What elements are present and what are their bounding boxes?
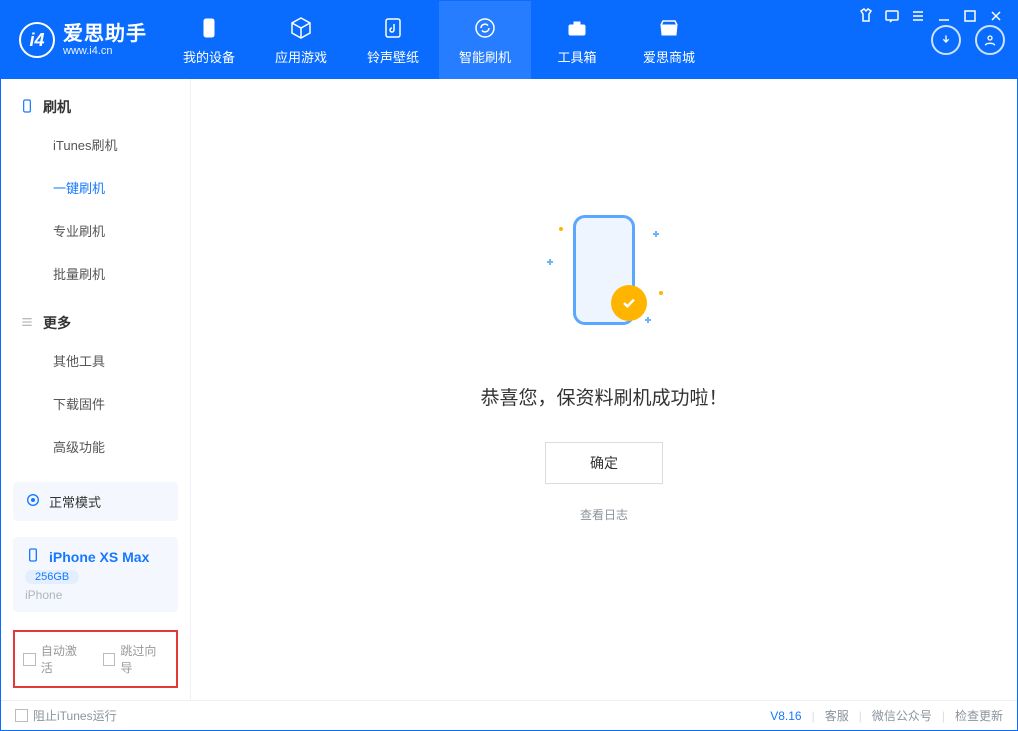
sidebar-item-batch-flash[interactable]: 批量刷机 (1, 252, 190, 295)
nav-label: 铃声壁纸 (367, 47, 419, 66)
app-subtitle: www.i4.cn (63, 45, 147, 57)
mode-icon (25, 492, 41, 511)
nav-label: 爱思商城 (643, 47, 695, 66)
view-log-link[interactable]: 查看日志 (580, 506, 628, 523)
sidebar-item-download-firmware[interactable]: 下载固件 (1, 382, 190, 425)
header-right (923, 25, 1017, 55)
toolbox-icon (564, 15, 590, 41)
mode-card[interactable]: 正常模式 (13, 482, 178, 521)
nav-ringtones[interactable]: 铃声壁纸 (347, 1, 439, 79)
check-update-link[interactable]: 检查更新 (955, 707, 1003, 724)
nav-flash[interactable]: 智能刷机 (439, 1, 531, 79)
phone-icon (196, 15, 222, 41)
top-nav: 我的设备 应用游戏 铃声壁纸 智能刷机 工具箱 爱思商城 (163, 1, 715, 79)
checkbox-icon (15, 709, 28, 722)
store-icon (656, 15, 682, 41)
sidebar-section-flash: 刷机 (1, 79, 190, 123)
logo-block: i4 爱思助手 www.i4.cn (1, 22, 163, 58)
nav-label: 应用游戏 (275, 47, 327, 66)
sidebar: 刷机 iTunes刷机 一键刷机 专业刷机 批量刷机 更多 其他工具 下载固件 … (1, 79, 191, 700)
option-label: 跳过向导 (120, 642, 168, 676)
sidebar-item-advanced[interactable]: 高级功能 (1, 425, 190, 468)
device-name: iPhone XS Max (49, 549, 149, 565)
sidebar-section-more: 更多 (1, 295, 190, 339)
auto-activate-checkbox[interactable]: 自动激活 (23, 642, 89, 676)
sidebar-item-itunes-flash[interactable]: iTunes刷机 (1, 123, 190, 166)
skip-guide-checkbox[interactable]: 跳过向导 (103, 642, 169, 676)
list-icon (19, 314, 35, 333)
support-link[interactable]: 客服 (825, 707, 849, 724)
device-small-icon (25, 547, 41, 566)
section-title: 刷机 (43, 97, 71, 117)
mode-label: 正常模式 (49, 492, 101, 511)
nav-label: 智能刷机 (459, 47, 511, 66)
app-title: 爱思助手 (63, 23, 147, 45)
footer: 阻止iTunes运行 V8.16 | 客服 | 微信公众号 | 检查更新 (1, 700, 1017, 730)
logo-icon: i4 (19, 22, 55, 58)
success-message: 恭喜您，保资料刷机成功啦！ (480, 383, 727, 410)
device-card[interactable]: iPhone XS Max 256GB iPhone (13, 537, 178, 612)
option-label: 自动激活 (41, 642, 89, 676)
maximize-icon[interactable] (962, 8, 978, 24)
sidebar-item-pro-flash[interactable]: 专业刷机 (1, 209, 190, 252)
ok-button[interactable]: 确定 (545, 442, 663, 484)
device-storage: 256GB (25, 570, 79, 584)
sidebar-item-other-tools[interactable]: 其他工具 (1, 339, 190, 382)
feedback-icon[interactable] (884, 8, 900, 24)
cube-icon (288, 15, 314, 41)
close-icon[interactable] (988, 8, 1004, 24)
main-content: 恭喜您，保资料刷机成功啦！ 确定 查看日志 (191, 79, 1017, 700)
checkbox-icon (23, 653, 36, 666)
checkbox-icon (103, 653, 116, 666)
refresh-circle-icon (472, 15, 498, 41)
version-label: V8.16 (770, 709, 801, 723)
wechat-link[interactable]: 微信公众号 (872, 707, 932, 724)
minimize-icon[interactable] (936, 8, 952, 24)
nav-my-device[interactable]: 我的设备 (163, 1, 255, 79)
menu-icon[interactable] (910, 8, 926, 24)
nav-label: 我的设备 (183, 47, 235, 66)
nav-toolbox[interactable]: 工具箱 (531, 1, 623, 79)
options-row: 自动激活 跳过向导 (13, 630, 178, 688)
account-button[interactable] (975, 25, 1005, 55)
block-itunes-checkbox[interactable]: 阻止iTunes运行 (15, 707, 117, 724)
nav-apps[interactable]: 应用游戏 (255, 1, 347, 79)
shirt-icon[interactable] (858, 8, 874, 24)
download-button[interactable] (931, 25, 961, 55)
app-header: i4 爱思助手 www.i4.cn 我的设备 应用游戏 铃声壁纸 智能刷机 工具… (1, 1, 1017, 79)
section-title: 更多 (43, 313, 71, 333)
sidebar-item-oneclick-flash[interactable]: 一键刷机 (1, 166, 190, 209)
check-circle-icon (611, 285, 647, 321)
nav-label: 工具箱 (557, 47, 596, 66)
device-icon (19, 98, 35, 117)
nav-store[interactable]: 爱思商城 (623, 1, 715, 79)
device-type: iPhone (25, 588, 62, 602)
music-file-icon (380, 15, 406, 41)
success-illustration (539, 209, 669, 349)
window-controls (858, 8, 1004, 24)
footer-label: 阻止iTunes运行 (33, 707, 117, 724)
